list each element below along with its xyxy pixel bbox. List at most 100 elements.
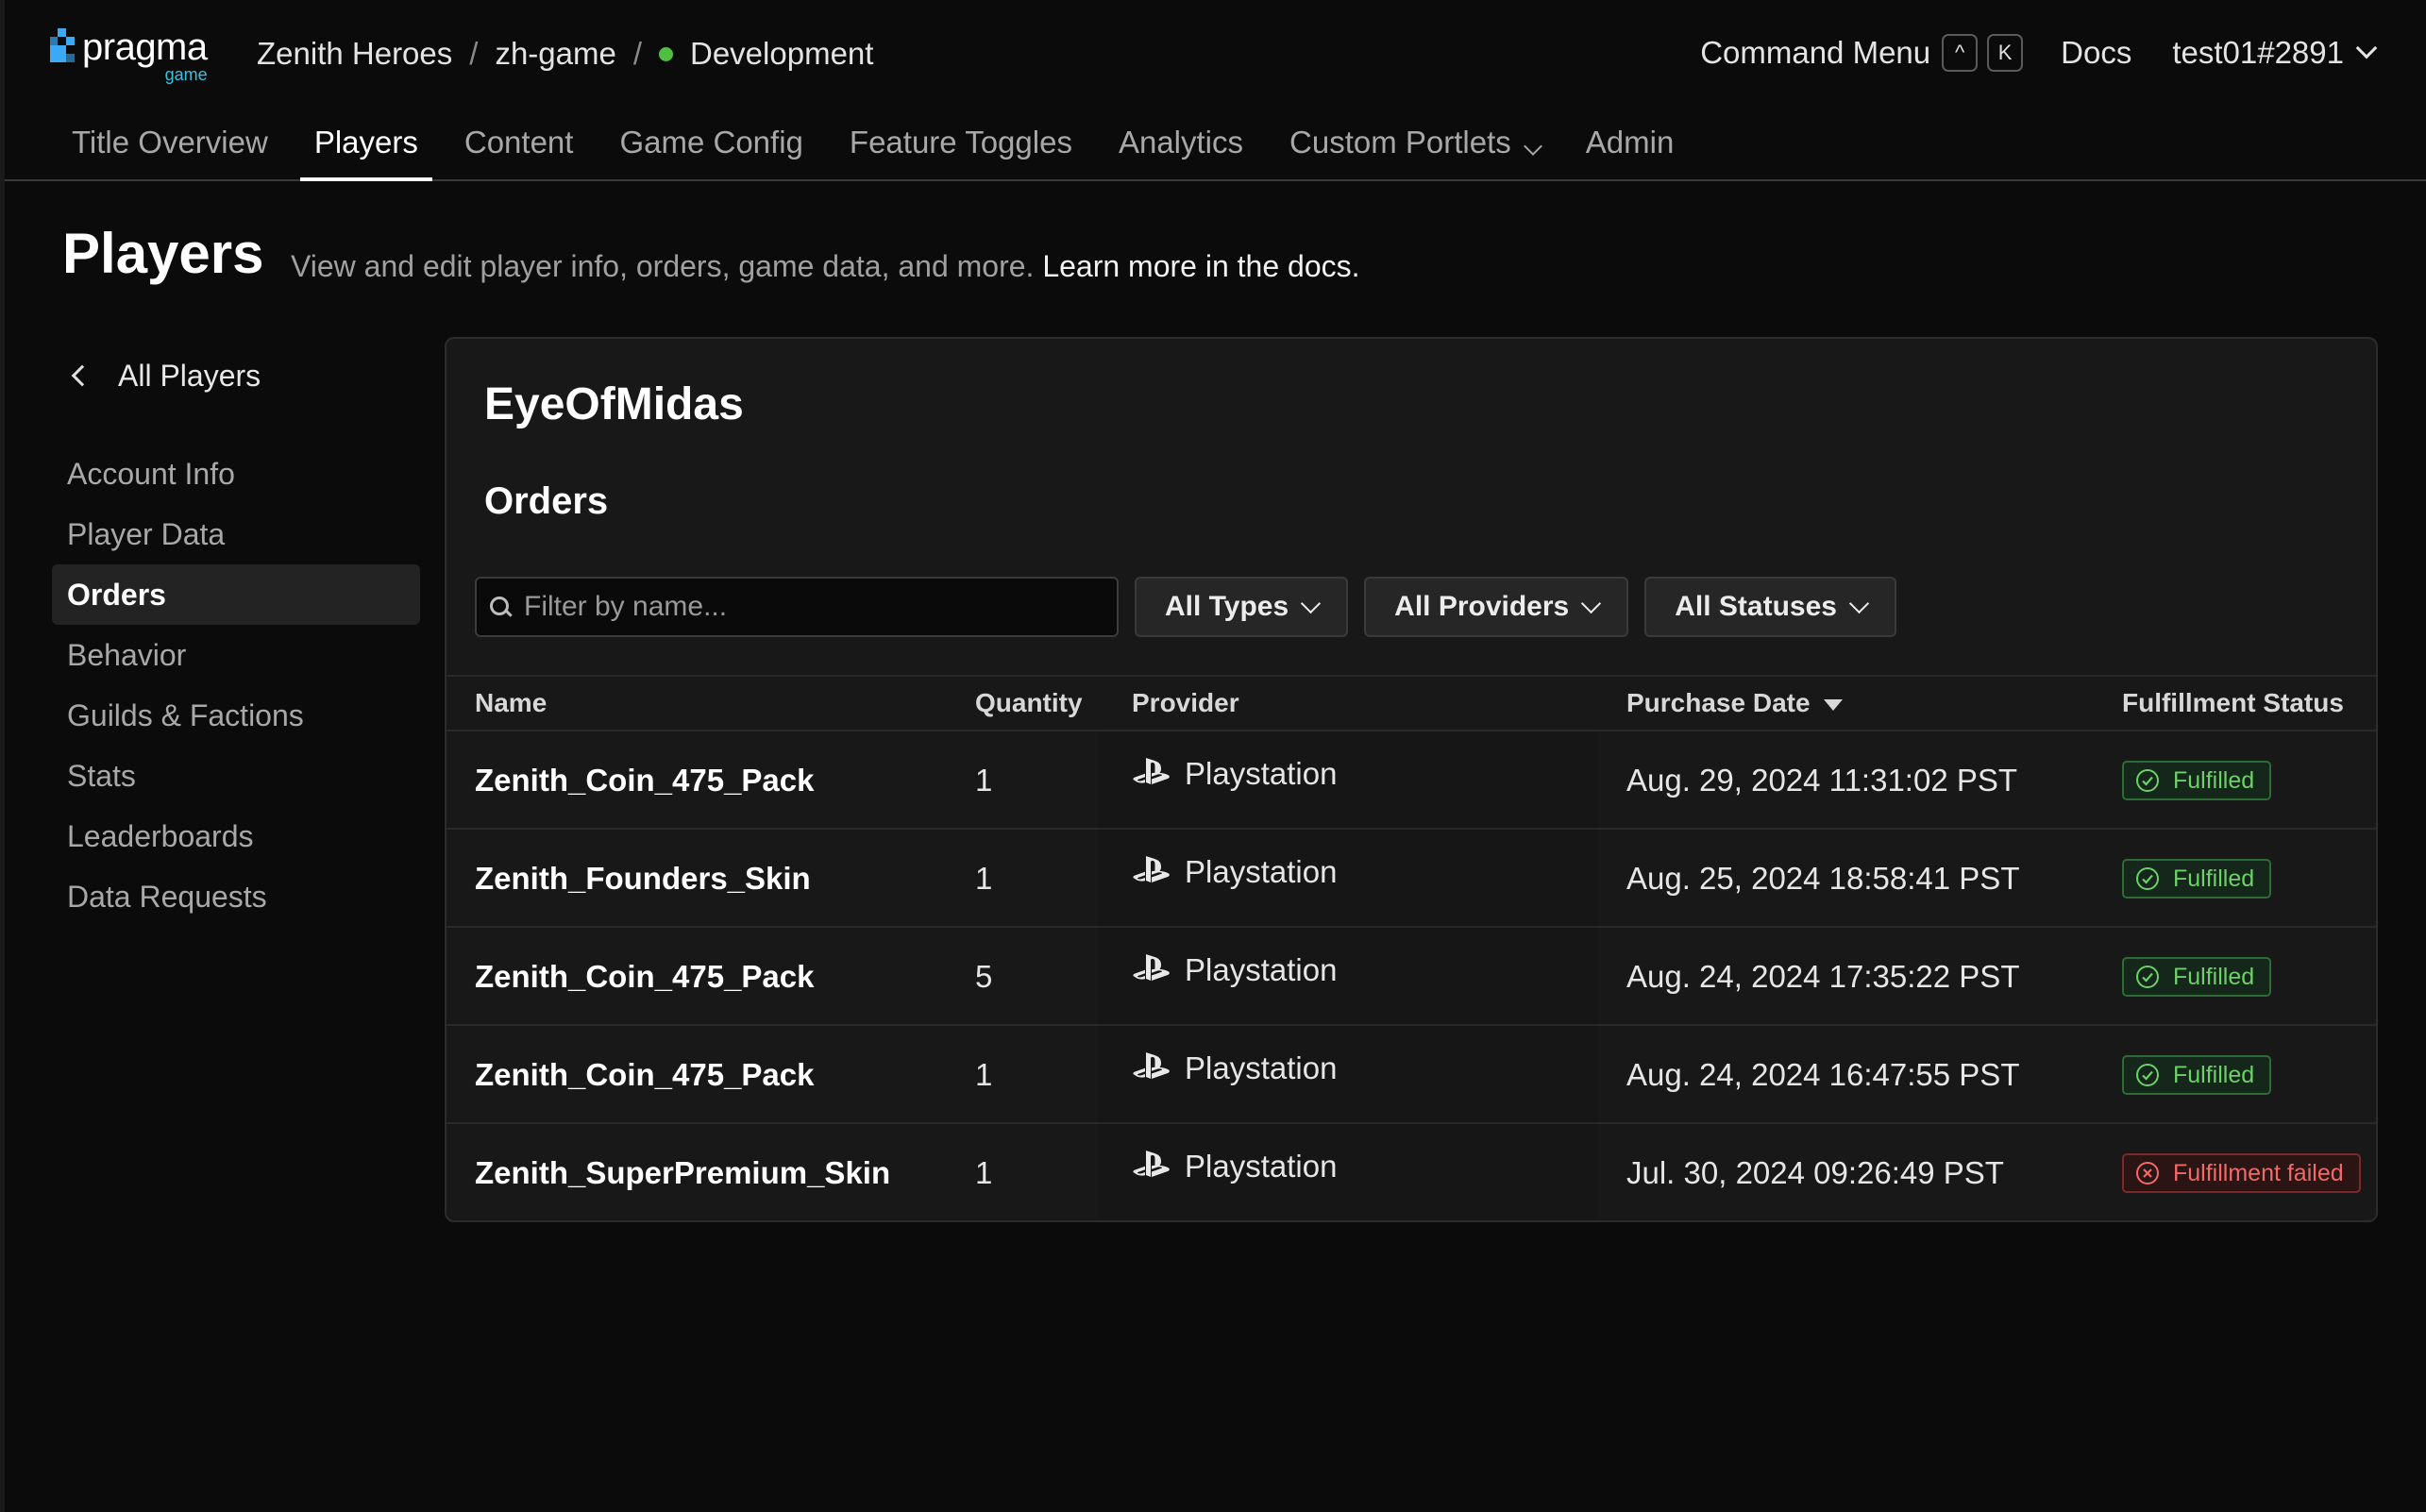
- search-box: [475, 577, 1119, 637]
- table-row[interactable]: Zenith_Coin_475_Pack 1 Playstation Aug. …: [446, 1026, 2376, 1124]
- sidebar-item-behavior[interactable]: Behavior: [52, 625, 420, 685]
- breadcrumb-game[interactable]: zh-game: [495, 36, 615, 72]
- column-header-name[interactable]: Name: [475, 688, 547, 718]
- tab-game-config[interactable]: Game Config: [605, 113, 817, 179]
- status-badge: Fulfilled: [2122, 859, 2272, 899]
- order-name[interactable]: Zenith_Coin_475_Pack: [475, 928, 815, 1026]
- order-fulfillment-status: Fulfilled: [2122, 830, 2272, 928]
- providers-filter-dropdown[interactable]: All Providers: [1364, 577, 1629, 637]
- sidebar-item-guilds-factions[interactable]: Guilds & Factions: [52, 685, 420, 746]
- playstation-icon: [1133, 954, 1170, 981]
- tab-admin[interactable]: Admin: [1572, 113, 1689, 179]
- statuses-filter-dropdown[interactable]: All Statuses: [1644, 577, 1896, 637]
- column-header-purchase-date[interactable]: Purchase Date: [1626, 688, 1843, 718]
- breadcrumb: Zenith Heroes / zh-game / Development: [257, 36, 873, 72]
- order-purchase-date: Jul. 30, 2024 09:26:49 PST: [1626, 1155, 2004, 1190]
- check-circle-icon: [2135, 866, 2173, 891]
- order-purchase-date: Aug. 25, 2024 18:58:41 PST: [1626, 861, 2020, 896]
- order-provider: Playstation: [1098, 928, 1598, 1026]
- tab-players[interactable]: Players: [299, 113, 432, 181]
- provider-label: Playstation: [1185, 854, 1338, 889]
- page-title: Players: [62, 222, 264, 285]
- status-badge-label: Fulfilled: [2173, 766, 2255, 794]
- tab-title-overview[interactable]: Title Overview: [58, 113, 282, 179]
- breadcrumb-separator: /: [469, 36, 479, 71]
- filter-bar: All Types All Providers All Statuses: [475, 577, 1896, 637]
- player-name: EyeOfMidas: [484, 379, 744, 429]
- provider-label: Playstation: [1185, 1050, 1338, 1085]
- x-circle-icon: [2135, 1161, 2173, 1185]
- tab-feature-toggles[interactable]: Feature Toggles: [835, 113, 1087, 179]
- table-row[interactable]: Zenith_Founders_Skin 1 Playstation Aug. …: [446, 830, 2376, 928]
- orders-table: Name Quantity Provider Purchase Date Ful…: [446, 675, 2376, 1220]
- order-fulfillment-status: Fulfillment failed: [2122, 1124, 2361, 1220]
- chevron-down-icon: [1848, 593, 1870, 613]
- main-nav-tabs: Title Overview Players Content Game Conf…: [5, 113, 2426, 181]
- sidebar-item-data-requests[interactable]: Data Requests: [52, 866, 420, 927]
- sidebar-nav: Account Info Player Data Orders Behavior…: [52, 444, 420, 927]
- docs-learn-more-link[interactable]: Learn more in the docs.: [1042, 249, 1359, 283]
- status-badge-label: Fulfilled: [2173, 865, 2255, 892]
- order-quantity: 1: [975, 1057, 993, 1092]
- provider-label: Playstation: [1185, 756, 1338, 791]
- order-name[interactable]: Zenith_Founders_Skin: [475, 830, 811, 928]
- user-label: test01#2891: [2172, 35, 2344, 70]
- logo-mark-icon: [50, 28, 78, 70]
- order-name[interactable]: Zenith_SuperPremium_Skin: [475, 1124, 890, 1220]
- order-provider: Playstation: [1098, 1026, 1598, 1124]
- column-header-provider[interactable]: Provider: [1132, 688, 1239, 718]
- command-menu-button[interactable]: Command Menu ^ K: [1700, 34, 2024, 72]
- breadcrumb-title[interactable]: Zenith Heroes: [257, 36, 452, 72]
- column-header-fulfillment-status[interactable]: Fulfillment Status: [2122, 688, 2344, 718]
- tab-analytics[interactable]: Analytics: [1104, 113, 1257, 179]
- order-quantity: 1: [975, 1155, 993, 1190]
- column-header-quantity[interactable]: Quantity: [975, 688, 1083, 718]
- search-icon: [490, 596, 511, 617]
- table-row[interactable]: Zenith_Coin_475_Pack 5 Playstation Aug. …: [446, 928, 2376, 1026]
- order-quantity: 1: [975, 861, 993, 896]
- playstation-icon: [1133, 856, 1170, 882]
- user-menu[interactable]: test01#2891: [2172, 35, 2378, 71]
- player-sidebar: All Players Account Info Player Data Ord…: [52, 351, 420, 927]
- docs-link[interactable]: Docs: [2061, 35, 2131, 71]
- order-purchase-date: Aug. 24, 2024 16:47:55 PST: [1626, 1057, 2020, 1092]
- topbar: pragma game Zenith Heroes / zh-game / De…: [5, 0, 2426, 113]
- chevron-down-icon: [1523, 137, 1542, 156]
- search-input[interactable]: [524, 591, 1090, 623]
- order-quantity: 5: [975, 959, 993, 994]
- table-body: Zenith_Coin_475_Pack 1 Playstation Aug. …: [446, 731, 2376, 1220]
- sidebar-item-player-data[interactable]: Player Data: [52, 504, 420, 564]
- environment-status-dot: [659, 46, 673, 61]
- table-row[interactable]: Zenith_SuperPremium_Skin 1 Playstation J…: [446, 1124, 2376, 1220]
- all-players-back-link[interactable]: All Players: [52, 351, 420, 400]
- check-circle-icon: [2135, 768, 2173, 793]
- sidebar-item-stats[interactable]: Stats: [52, 746, 420, 806]
- order-provider: Playstation: [1098, 731, 1598, 830]
- order-provider: Playstation: [1098, 830, 1598, 928]
- command-menu-label: Command Menu: [1700, 35, 1931, 70]
- pragma-logo[interactable]: pragma game: [50, 28, 208, 83]
- provider-label: Playstation: [1185, 1149, 1338, 1184]
- tab-custom-portlets[interactable]: Custom Portlets: [1275, 113, 1554, 179]
- order-name[interactable]: Zenith_Coin_475_Pack: [475, 1026, 815, 1124]
- tab-content[interactable]: Content: [450, 113, 588, 179]
- types-filter-dropdown[interactable]: All Types: [1135, 577, 1349, 637]
- sidebar-item-leaderboards[interactable]: Leaderboards: [52, 806, 420, 866]
- order-name[interactable]: Zenith_Coin_475_Pack: [475, 731, 815, 830]
- app: pragma game Zenith Heroes / zh-game / De…: [5, 0, 2426, 1512]
- sidebar-item-orders[interactable]: Orders: [52, 564, 420, 625]
- chevron-down-icon: [1581, 593, 1602, 613]
- breadcrumb-environment[interactable]: Development: [690, 36, 873, 72]
- status-badge: Fulfillment failed: [2122, 1153, 2361, 1193]
- provider-label: Playstation: [1185, 952, 1338, 987]
- order-quantity: 1: [975, 763, 993, 798]
- table-row[interactable]: Zenith_Coin_475_Pack 1 Playstation Aug. …: [446, 731, 2376, 830]
- chevron-left-icon: [71, 364, 93, 387]
- order-fulfillment-status: Fulfilled: [2122, 731, 2272, 830]
- status-badge-label: Fulfilled: [2173, 963, 2255, 990]
- orders-panel: EyeOfMidas Orders All Types All Provider…: [445, 337, 2378, 1222]
- breadcrumb-separator: /: [632, 36, 642, 71]
- status-badge: Fulfilled: [2122, 761, 2272, 800]
- page-description-text: View and edit player info, orders, game …: [291, 249, 1035, 283]
- sidebar-item-account-info[interactable]: Account Info: [52, 444, 420, 504]
